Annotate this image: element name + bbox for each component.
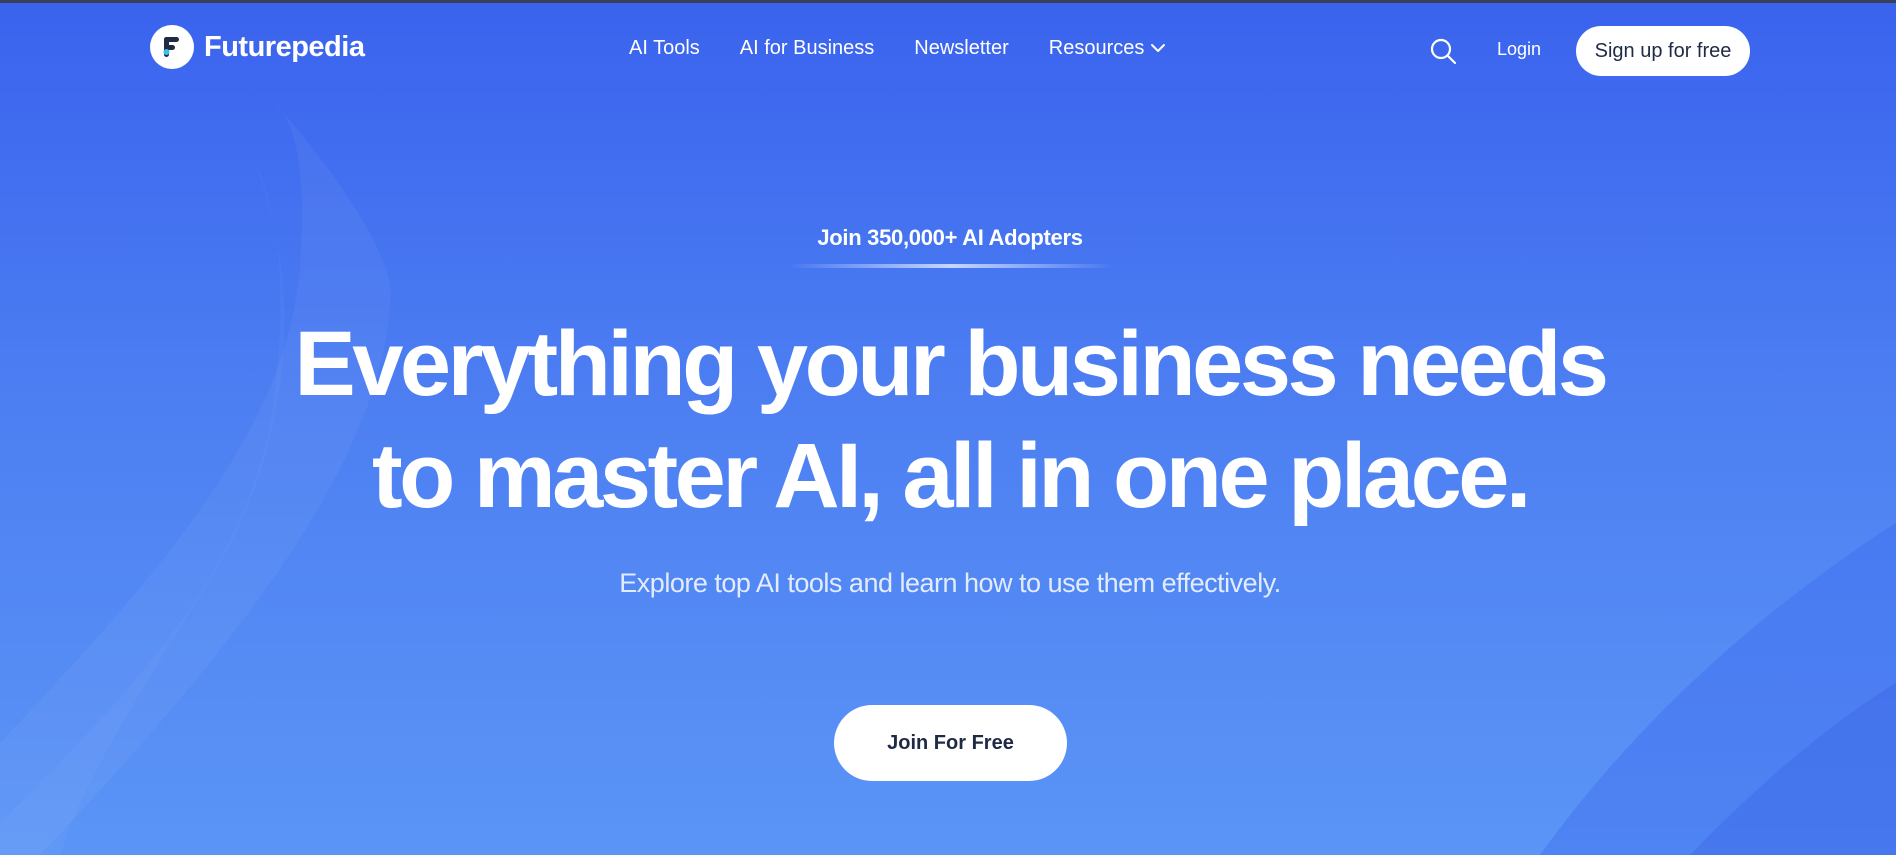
nav-link-ai-tools[interactable]: AI Tools: [629, 37, 700, 60]
hero-headline: Everything your business needs to master…: [0, 308, 1896, 532]
login-link[interactable]: Login: [1497, 39, 1541, 60]
futurepedia-logo-icon: [150, 25, 194, 69]
hero-headline-line1: Everything your business needs: [294, 313, 1609, 415]
nav-link-resources-label: Resources: [1048, 37, 1145, 59]
hero-subheadline: Explore top AI tools and learn how to us…: [619, 568, 1281, 598]
nav-link-newsletter[interactable]: Newsletter: [914, 37, 1008, 60]
main-menu: AI Tools AI for Business Newsletter Reso…: [629, 37, 1166, 60]
chevron-down-icon: [1150, 37, 1166, 60]
join-for-free-button[interactable]: Join For Free: [834, 705, 1067, 781]
hero-eyebrow: Join 350,000+ AI Adopters: [817, 225, 1083, 250]
logo-link[interactable]: Futurepedia: [150, 25, 365, 69]
page: Futurepedia AI Tools AI for Business New…: [0, 0, 1896, 855]
nav-link-resources[interactable]: Resources: [1049, 37, 1167, 60]
top-navigation: Futurepedia AI Tools AI for Business New…: [0, 3, 1896, 95]
search-icon[interactable]: [1428, 36, 1458, 66]
nav-link-ai-for-business[interactable]: AI for Business: [740, 37, 875, 60]
eyebrow-underline: [788, 264, 1114, 268]
brand-name: Futurepedia: [204, 30, 365, 63]
signup-button[interactable]: Sign up for free: [1576, 26, 1750, 76]
hero-headline-line2: to master AI, all in one place.: [371, 425, 1532, 527]
